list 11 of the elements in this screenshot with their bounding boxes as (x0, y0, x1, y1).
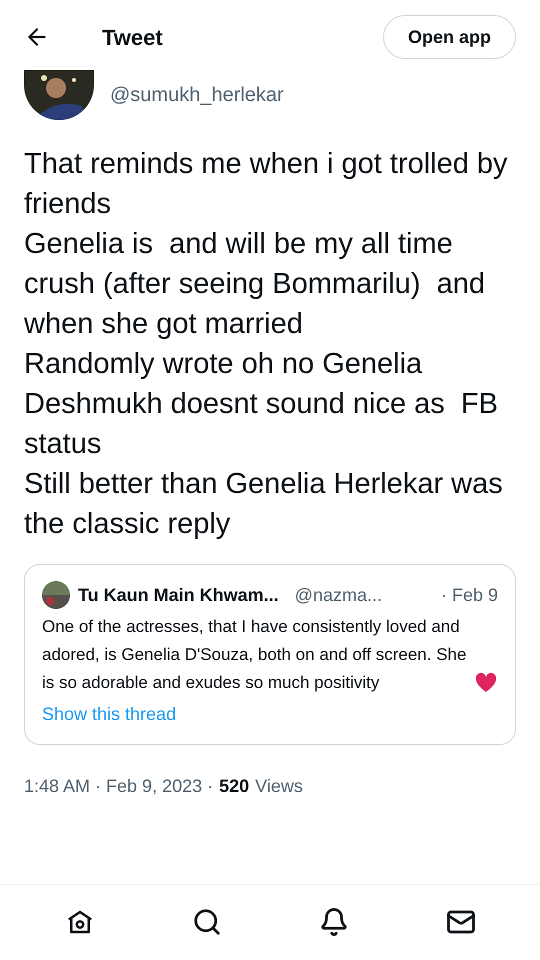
user-handle: @sumukh_herlekar (110, 83, 284, 108)
quoted-text: One of the actresses, that I have consistently loved and adored, is Genelia D'Souza, both on and off screen. She is so adorable and exudes so much positivity (42, 616, 468, 694)
quoted-author-name: Tu Kaun Main Khwam... (78, 584, 279, 606)
open-app-button[interactable]: Open app (382, 15, 516, 59)
views-count: 520 (219, 775, 250, 798)
page-title: Tweet (102, 24, 163, 52)
views-label: Views (255, 775, 303, 798)
tweet-text: That reminds me when i got trolled by friends Genelia is and will be my all time crush (after seeing Bommarilu) and when she got married Randomly wrote oh no Genelia Deshmukh doesnt sound nice as FB status Still better than Genelia Herlekar was the classic reply (23, 147, 509, 542)
quoted-author-handle: @nazma... (294, 584, 382, 606)
quoted-date: · Feb 9 (440, 584, 498, 606)
timestamp: 1:48 AM · Feb 9, 2023 · (24, 775, 214, 798)
